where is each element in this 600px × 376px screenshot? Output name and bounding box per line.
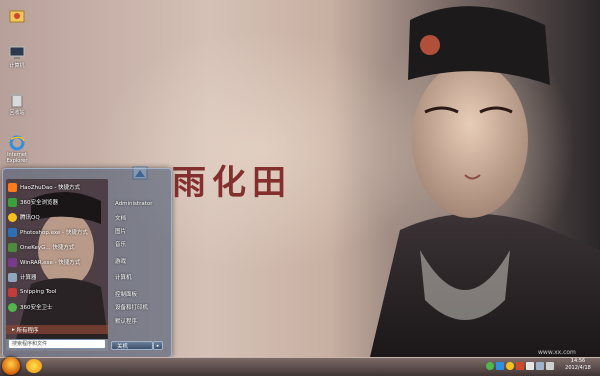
right-item-devices-printers[interactable]: 设备和打印机 (115, 303, 148, 311)
tray-shield-icon[interactable] (516, 362, 524, 370)
winrar-icon (8, 257, 17, 267)
right-item-games[interactable]: 游戏 (115, 257, 126, 265)
calligraphy-title: 雨化田 (172, 163, 292, 203)
shutdown-options-arrow-icon[interactable]: ▸ (153, 341, 163, 350)
onekey-ghost-icon (8, 242, 17, 252)
tray-flag-icon[interactable] (526, 362, 534, 370)
shutdown-button[interactable]: 关机 (111, 341, 153, 350)
photoshop-icon (8, 227, 17, 237)
clock-date: 2012/4/18 (565, 365, 591, 371)
wallpaper-portrait (370, 6, 600, 357)
system-tray (486, 360, 556, 372)
tray-qq-icon[interactable] (506, 362, 514, 370)
ie-icon (9, 135, 25, 151)
user-folder-icon (9, 10, 25, 23)
right-item-user[interactable]: Administrator (115, 201, 153, 207)
right-item-pictures[interactable]: 图片 (115, 227, 126, 235)
start-menu-right-pane: Administrator 文档 图片 音乐 游戏 计算机 控制面板 设备和打印… (111, 169, 169, 357)
desktop-icon-ie[interactable]: Internet Explorer (3, 135, 31, 164)
start-menu-item[interactable]: Photoshop.exe - 快捷方式 (8, 226, 108, 238)
all-programs-button[interactable]: ▸ 所有程序 (6, 325, 108, 334)
start-menu-item[interactable]: WinRAR.exe - 快捷方式 (8, 256, 108, 268)
start-menu-item[interactable]: Snipping Tool (8, 286, 108, 298)
calculator-icon (8, 272, 17, 282)
tray-volume-icon[interactable] (546, 362, 554, 370)
tray-network-icon[interactable] (536, 362, 544, 370)
recycle-bin-icon (11, 94, 23, 108)
desktop-icon-label: 计算机 (9, 63, 25, 69)
start-button-icon[interactable] (2, 357, 20, 375)
right-item-control-panel[interactable]: 控制面板 (115, 290, 137, 298)
qq-icon (8, 212, 17, 222)
taskbar-clock[interactable]: 14:56 2012/4/18 (560, 358, 596, 372)
right-item-default-programs[interactable]: 默认程序 (115, 317, 137, 325)
haozhudao-icon (8, 182, 17, 192)
start-menu-item[interactable]: 360安全浏览器 (8, 196, 108, 208)
start-menu-item[interactable]: 腾讯QQ (8, 211, 108, 223)
right-item-computer[interactable]: 计算机 (115, 273, 132, 281)
right-item-music[interactable]: 音乐 (115, 240, 126, 248)
desktop-icon-label: Internet Explorer (6, 152, 28, 164)
taskbar-browser-icon[interactable] (26, 359, 42, 373)
tray-360-icon[interactable] (486, 362, 494, 370)
wallpaper-watermark: www.xx.com (538, 349, 576, 356)
computer-icon (9, 46, 25, 59)
start-menu-item[interactable]: HaoZhuDao - 快捷方式 (8, 181, 108, 193)
360-safe-icon (8, 302, 17, 312)
start-search-input[interactable]: 搜索程序和文件 (8, 339, 106, 349)
360-browser-icon (8, 197, 17, 207)
clock-time: 14:56 (570, 358, 586, 364)
desktop-icon-label: 回收站 (9, 110, 25, 116)
desktop-icon-recycle-bin[interactable]: 回收站 (3, 92, 31, 116)
tray-security-icon[interactable] (496, 362, 504, 370)
desktop-icon-computer[interactable]: 计算机 (3, 45, 31, 69)
start-menu: HaoZhuDao - 快捷方式 360安全浏览器 腾讯QQ Photoshop… (2, 168, 172, 358)
start-menu-item[interactable]: OneKeyG... 快捷方式 (8, 241, 108, 253)
start-menu-item[interactable]: 360安全卫士 (8, 301, 108, 313)
desktop-icon-user-folder[interactable] (3, 8, 31, 25)
start-menu-item[interactable]: 计算器 (8, 271, 108, 283)
snipping-tool-icon (8, 287, 17, 297)
right-item-documents[interactable]: 文档 (115, 214, 126, 222)
